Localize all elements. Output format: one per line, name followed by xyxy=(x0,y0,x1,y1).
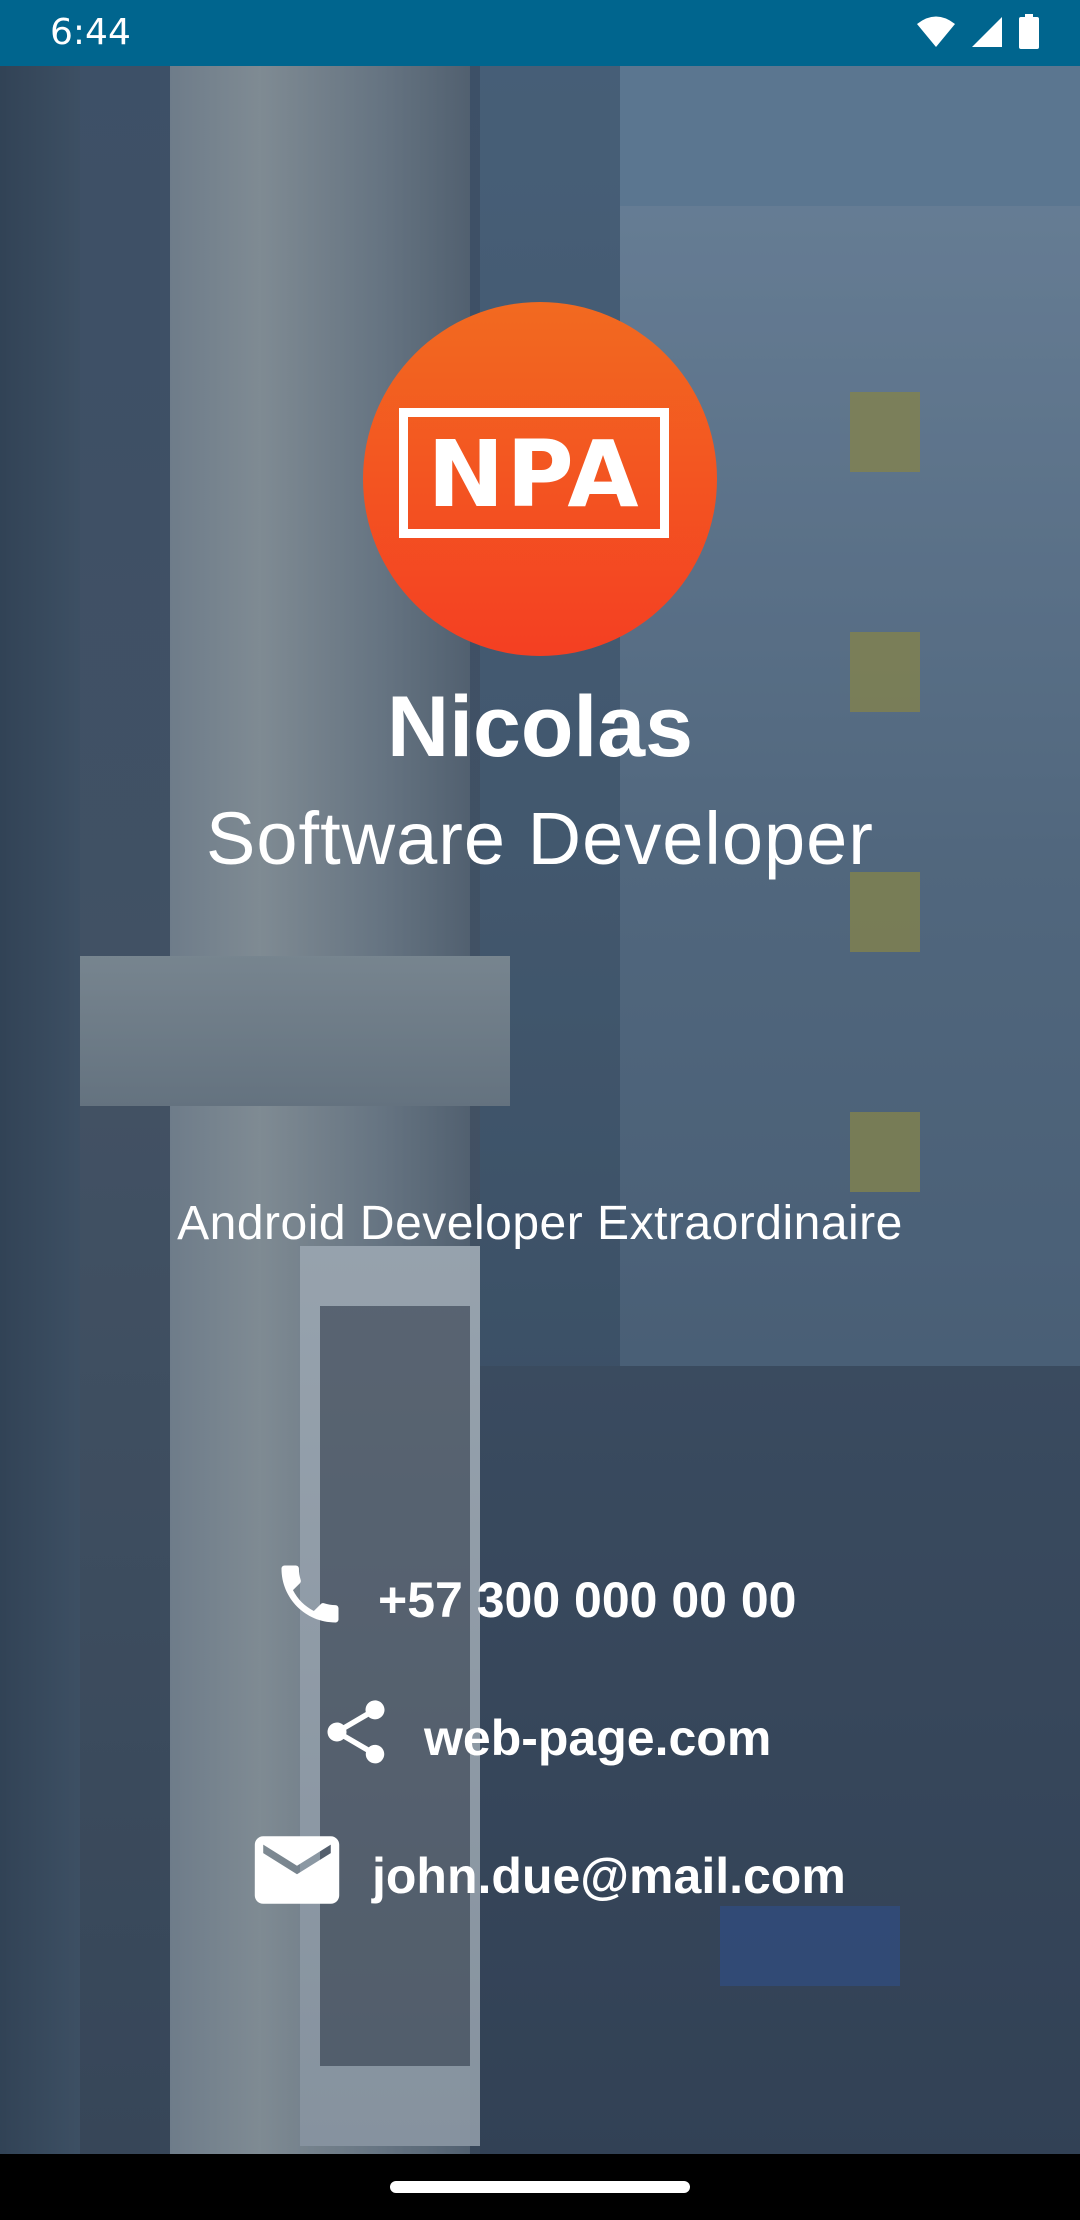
phone-icon xyxy=(272,1556,348,1644)
home-gesture-handle[interactable] xyxy=(390,2181,690,2193)
job-title: Software Developer xyxy=(206,797,874,880)
card-content: NPA Nicolas Software Developer Android D… xyxy=(0,66,1080,2154)
wifi-icon xyxy=(916,15,956,54)
email-address: john.due@mail.com xyxy=(372,1848,846,1904)
status-time: 6:44 xyxy=(50,12,131,53)
battery-icon xyxy=(1018,14,1040,55)
contact-phone[interactable]: +57 300 000 00 00 xyxy=(272,1556,796,1644)
tagline: Android Developer Extraordinaire xyxy=(177,1197,903,1250)
logo-text: NPA xyxy=(427,421,641,528)
contact-email[interactable]: john.due@mail.com xyxy=(252,1832,846,1920)
mail-icon xyxy=(252,1832,342,1920)
person-name: Nicolas xyxy=(387,679,693,775)
logo: NPA xyxy=(363,302,717,656)
status-bar: 6:44 xyxy=(0,0,1080,66)
business-card-screen: 6:44 NPA Nicolas Software Developer Andr… xyxy=(0,0,1080,2220)
status-icons xyxy=(916,14,1040,55)
logo-frame: NPA xyxy=(399,408,669,538)
signal-icon xyxy=(970,15,1004,54)
phone-number: +57 300 000 00 00 xyxy=(378,1572,797,1628)
contact-web[interactable]: web-page.com xyxy=(318,1694,771,1782)
share-icon xyxy=(318,1694,394,1782)
navigation-bar xyxy=(0,2154,1080,2220)
web-address: web-page.com xyxy=(424,1710,772,1766)
